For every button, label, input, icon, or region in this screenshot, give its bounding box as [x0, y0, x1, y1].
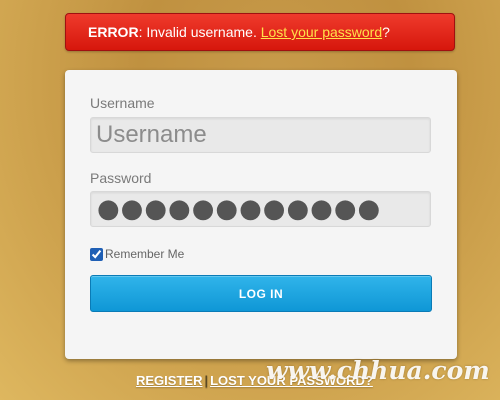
remember-me-row[interactable]: Remember Me	[90, 246, 184, 262]
password-input[interactable]	[90, 191, 431, 227]
error-suffix: ?	[382, 24, 390, 40]
register-link[interactable]: REGISTER	[136, 373, 202, 388]
lost-password-footer-link[interactable]: LOST YOUR PASSWORD?	[210, 373, 373, 388]
error-prefix: ERROR	[88, 24, 139, 40]
password-label: Password	[90, 170, 152, 186]
login-button[interactable]: LOG IN	[90, 275, 432, 312]
username-label: Username	[90, 95, 155, 111]
remember-me-checkbox[interactable]	[90, 247, 103, 261]
username-input[interactable]	[90, 117, 431, 153]
lost-password-link[interactable]: Lost your password	[261, 24, 382, 40]
footer-separator: |	[204, 373, 209, 388]
footer-links: REGISTER | LOST YOUR PASSWORD?	[136, 373, 373, 388]
error-text: : Invalid username.	[138, 24, 261, 40]
login-form-panel: Username Password Remember Me LOG IN	[65, 70, 457, 359]
remember-me-label: Remember Me	[105, 247, 185, 261]
error-message-box: ERROR: Invalid username. Lost your passw…	[65, 13, 455, 51]
